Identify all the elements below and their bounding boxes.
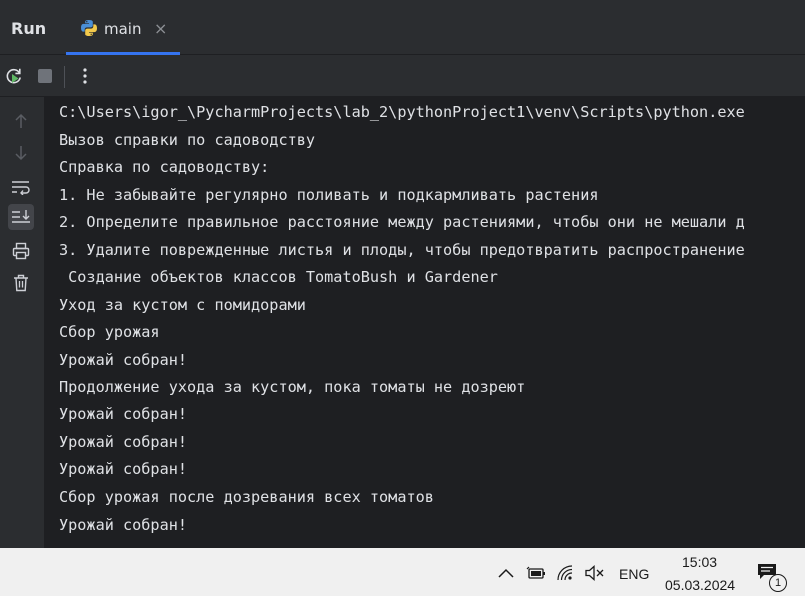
- volume-mute-icon: [585, 565, 604, 581]
- print-icon: [12, 242, 30, 260]
- console-line: Справка по садоводству:: [59, 158, 270, 176]
- scroll-down-button[interactable]: [8, 140, 34, 166]
- console-line: Сбор урожая: [59, 323, 160, 341]
- toolbar-separator: [64, 66, 65, 88]
- notification-center-button[interactable]: 1: [756, 562, 788, 592]
- console-line: Продолжение ухода за кустом, пока томаты…: [59, 378, 526, 396]
- console-line: Урожай собран!: [59, 516, 188, 534]
- clear-all-button[interactable]: [8, 270, 34, 296]
- console-line: Урожай собран!: [59, 351, 188, 369]
- tab-label: main: [104, 20, 142, 38]
- chevron-up-icon: [498, 568, 514, 578]
- console-line: 2. Определите правильное расстояние межд…: [59, 213, 745, 231]
- close-icon[interactable]: ×: [154, 19, 167, 38]
- run-title: Run: [11, 19, 47, 38]
- scroll-to-end-button[interactable]: [8, 204, 34, 230]
- console-line: 3. Удалите поврежденные листья и плоды, …: [59, 241, 745, 259]
- stop-button[interactable]: [33, 64, 57, 88]
- show-hidden-icons-button[interactable]: [496, 564, 516, 582]
- tab-main[interactable]: main ×: [66, 0, 180, 55]
- rerun-button[interactable]: [2, 64, 26, 88]
- wifi-icon: [557, 565, 573, 581]
- console-line: Уход за кустом с помидорами: [59, 296, 306, 314]
- soft-wrap-button[interactable]: [8, 174, 34, 200]
- more-options-button[interactable]: [73, 64, 97, 88]
- console-line: C:\Users\igor_\PycharmProjects\lab_2\pyt…: [59, 103, 745, 121]
- run-tool-window-header: Run main ×: [0, 0, 805, 55]
- network-button[interactable]: [556, 564, 576, 582]
- battery-button[interactable]: [526, 564, 546, 582]
- scroll-up-icon: [15, 113, 27, 128]
- input-language[interactable]: ENG: [619, 566, 649, 582]
- console-line: Вызов справки по садоводству: [59, 131, 316, 149]
- console-line: Создание объектов классов TomatoBush и G…: [59, 268, 498, 286]
- clock-time[interactable]: 15:03: [682, 554, 717, 570]
- volume-button[interactable]: [585, 564, 605, 582]
- scroll-up-button[interactable]: [8, 108, 34, 134]
- notification-count-badge: 1: [769, 574, 787, 592]
- more-options-icon: [83, 68, 87, 84]
- rerun-icon: [6, 68, 21, 84]
- console-line: 1. Не забывайте регулярно поливать и под…: [59, 186, 599, 204]
- console-line: Урожай собран!: [59, 433, 188, 451]
- python-icon: [81, 20, 97, 36]
- scroll-down-icon: [15, 146, 27, 161]
- scroll-to-end-icon: [12, 210, 30, 223]
- console-side-toolbar: [0, 97, 44, 548]
- console-line: Урожай собран!: [59, 405, 188, 423]
- print-button[interactable]: [8, 238, 34, 264]
- stop-icon: [38, 69, 52, 83]
- console-line: Сбор урожая после дозревания всех томато…: [59, 488, 434, 506]
- taskbar: ENG 15:03 05.03.2024 1: [0, 548, 805, 596]
- trash-icon: [14, 274, 28, 292]
- battery-icon: [526, 566, 545, 579]
- clock-date[interactable]: 05.03.2024: [665, 577, 735, 593]
- soft-wrap-icon: [12, 181, 30, 195]
- run-toolbar: [0, 55, 805, 97]
- console-line: Урожай собран!: [59, 460, 188, 478]
- console-output[interactable]: C:\Users\igor_\PycharmProjects\lab_2\pyt…: [44, 97, 805, 548]
